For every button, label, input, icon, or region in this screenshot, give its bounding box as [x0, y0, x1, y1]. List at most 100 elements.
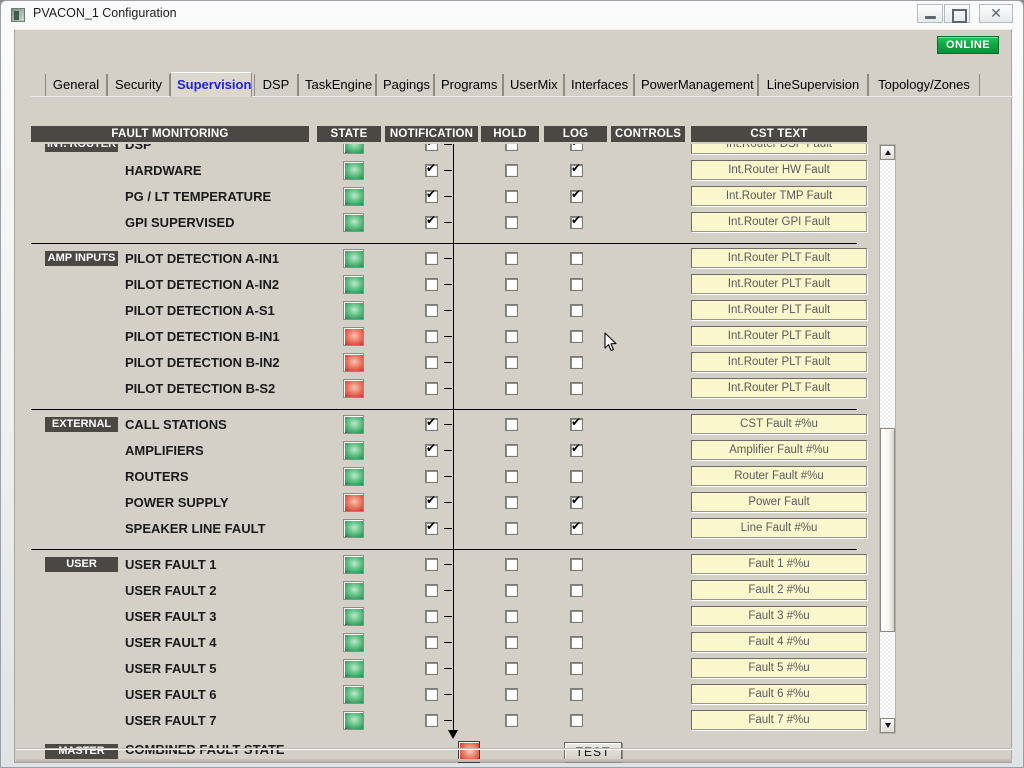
hold-checkbox[interactable] [505, 610, 518, 623]
vertical-scrollbar[interactable] [879, 144, 896, 734]
minimize-button[interactable] [917, 4, 943, 23]
title-bar[interactable]: PVACON_1 Configuration ✕ [1, 1, 1024, 29]
notification-checkbox[interactable] [425, 520, 438, 535]
cst-text-field[interactable]: Int.Router TMP Fault [691, 186, 867, 206]
cst-text-field[interactable]: Fault 2 #%u [691, 580, 867, 600]
log-checkbox[interactable] [570, 144, 583, 151]
notification-checkbox[interactable] [425, 416, 438, 431]
log-checkbox[interactable] [570, 416, 583, 431]
log-checkbox[interactable] [570, 278, 583, 291]
notification-checkbox[interactable] [425, 688, 438, 701]
notification-checkbox[interactable] [425, 494, 438, 509]
log-checkbox[interactable] [570, 330, 583, 343]
tab-dsp[interactable]: DSP [254, 74, 298, 96]
notification-checkbox[interactable] [425, 188, 438, 203]
cst-text-field[interactable]: Power Fault [691, 492, 867, 512]
cst-text-field[interactable]: Int.Router HW Fault [691, 160, 867, 180]
cst-text-field[interactable]: Fault 5 #%u [691, 658, 867, 678]
cst-text-field[interactable]: Fault 3 #%u [691, 606, 867, 626]
log-checkbox[interactable] [570, 494, 583, 509]
log-checkbox[interactable] [570, 214, 583, 229]
notification-checkbox[interactable] [425, 584, 438, 597]
notification-checkbox[interactable] [425, 304, 438, 317]
notification-checkbox[interactable] [425, 278, 438, 291]
hold-checkbox[interactable] [505, 444, 518, 457]
log-checkbox[interactable] [570, 304, 583, 317]
cst-text-field[interactable]: CST Fault #%u [691, 414, 867, 434]
cst-text-field[interactable]: Int.Router GPI Fault [691, 212, 867, 232]
tab-general[interactable]: General [45, 74, 107, 96]
hold-checkbox[interactable] [505, 584, 518, 597]
hold-checkbox[interactable] [505, 688, 518, 701]
cst-text-field[interactable]: Router Fault #%u [691, 466, 867, 486]
log-checkbox[interactable] [570, 470, 583, 483]
log-checkbox[interactable] [570, 636, 583, 649]
cst-text-field[interactable]: Int.Router PLT Fault [691, 326, 867, 346]
cst-text-field[interactable]: Amplifier Fault #%u [691, 440, 867, 460]
tab-topology-zones[interactable]: Topology/Zones [868, 74, 980, 96]
tab-supervision[interactable]: Supervision [170, 72, 252, 97]
hold-checkbox[interactable] [505, 662, 518, 675]
tab-usermix[interactable]: UserMix [503, 74, 564, 96]
log-checkbox[interactable] [570, 520, 583, 535]
tab-powermanagement[interactable]: PowerManagement [634, 74, 758, 96]
log-checkbox[interactable] [570, 188, 583, 203]
notification-checkbox[interactable] [425, 610, 438, 623]
cst-text-field[interactable]: Line Fault #%u [691, 518, 867, 538]
cst-text-field[interactable]: Int.Router DSP Fault [691, 144, 867, 154]
hold-checkbox[interactable] [505, 278, 518, 291]
notification-checkbox[interactable] [425, 356, 438, 369]
log-checkbox[interactable] [570, 714, 583, 727]
notification-checkbox[interactable] [425, 382, 438, 395]
hold-checkbox[interactable] [505, 714, 518, 727]
close-button[interactable]: ✕ [979, 4, 1013, 23]
log-checkbox[interactable] [570, 442, 583, 457]
tab-interfaces[interactable]: Interfaces [564, 74, 634, 96]
log-checkbox[interactable] [570, 356, 583, 369]
cst-text-field[interactable]: Int.Router PLT Fault [691, 378, 867, 398]
scrollbar-thumb[interactable] [880, 428, 895, 632]
hold-checkbox[interactable] [505, 190, 518, 203]
hold-checkbox[interactable] [505, 144, 518, 151]
log-checkbox[interactable] [570, 382, 583, 395]
cst-text-field[interactable]: Fault 1 #%u [691, 554, 867, 574]
hold-checkbox[interactable] [505, 382, 518, 395]
tab-security[interactable]: Security [107, 74, 170, 96]
notification-checkbox[interactable] [425, 636, 438, 649]
log-checkbox[interactable] [570, 162, 583, 177]
hold-checkbox[interactable] [505, 252, 518, 265]
log-checkbox[interactable] [570, 584, 583, 597]
tab-taskengine[interactable]: TaskEngine [298, 74, 376, 96]
scroll-down-button[interactable] [880, 718, 895, 733]
cst-text-field[interactable]: Int.Router PLT Fault [691, 352, 867, 372]
notification-checkbox[interactable] [425, 662, 438, 675]
notification-checkbox[interactable] [425, 442, 438, 457]
log-checkbox[interactable] [570, 610, 583, 623]
hold-checkbox[interactable] [505, 356, 518, 369]
hold-checkbox[interactable] [505, 216, 518, 229]
hold-checkbox[interactable] [505, 304, 518, 317]
hold-checkbox[interactable] [505, 164, 518, 177]
log-checkbox[interactable] [570, 662, 583, 675]
cst-text-field[interactable]: Fault 4 #%u [691, 632, 867, 652]
hold-checkbox[interactable] [505, 558, 518, 571]
tab-linesupervision[interactable]: LineSupervision [758, 74, 868, 96]
hold-checkbox[interactable] [505, 330, 518, 343]
maximize-button[interactable] [944, 4, 970, 23]
notification-checkbox[interactable] [425, 470, 438, 483]
scroll-up-button[interactable] [880, 145, 895, 160]
hold-checkbox[interactable] [505, 418, 518, 431]
cst-text-field[interactable]: Int.Router PLT Fault [691, 300, 867, 320]
fault-list-viewport[interactable]: INT. ROUTER DSP Int.Router DSP Fault HARDWA… [31, 144, 877, 734]
notification-checkbox[interactable] [425, 214, 438, 229]
notification-checkbox[interactable] [425, 162, 438, 177]
notification-checkbox[interactable] [425, 144, 438, 151]
hold-checkbox[interactable] [505, 522, 518, 535]
notification-checkbox[interactable] [425, 714, 438, 727]
notification-checkbox[interactable] [425, 558, 438, 571]
cst-text-field[interactable]: Int.Router PLT Fault [691, 274, 867, 294]
hold-checkbox[interactable] [505, 496, 518, 509]
notification-checkbox[interactable] [425, 330, 438, 343]
tab-pagings[interactable]: Pagings [376, 74, 434, 96]
hold-checkbox[interactable] [505, 470, 518, 483]
